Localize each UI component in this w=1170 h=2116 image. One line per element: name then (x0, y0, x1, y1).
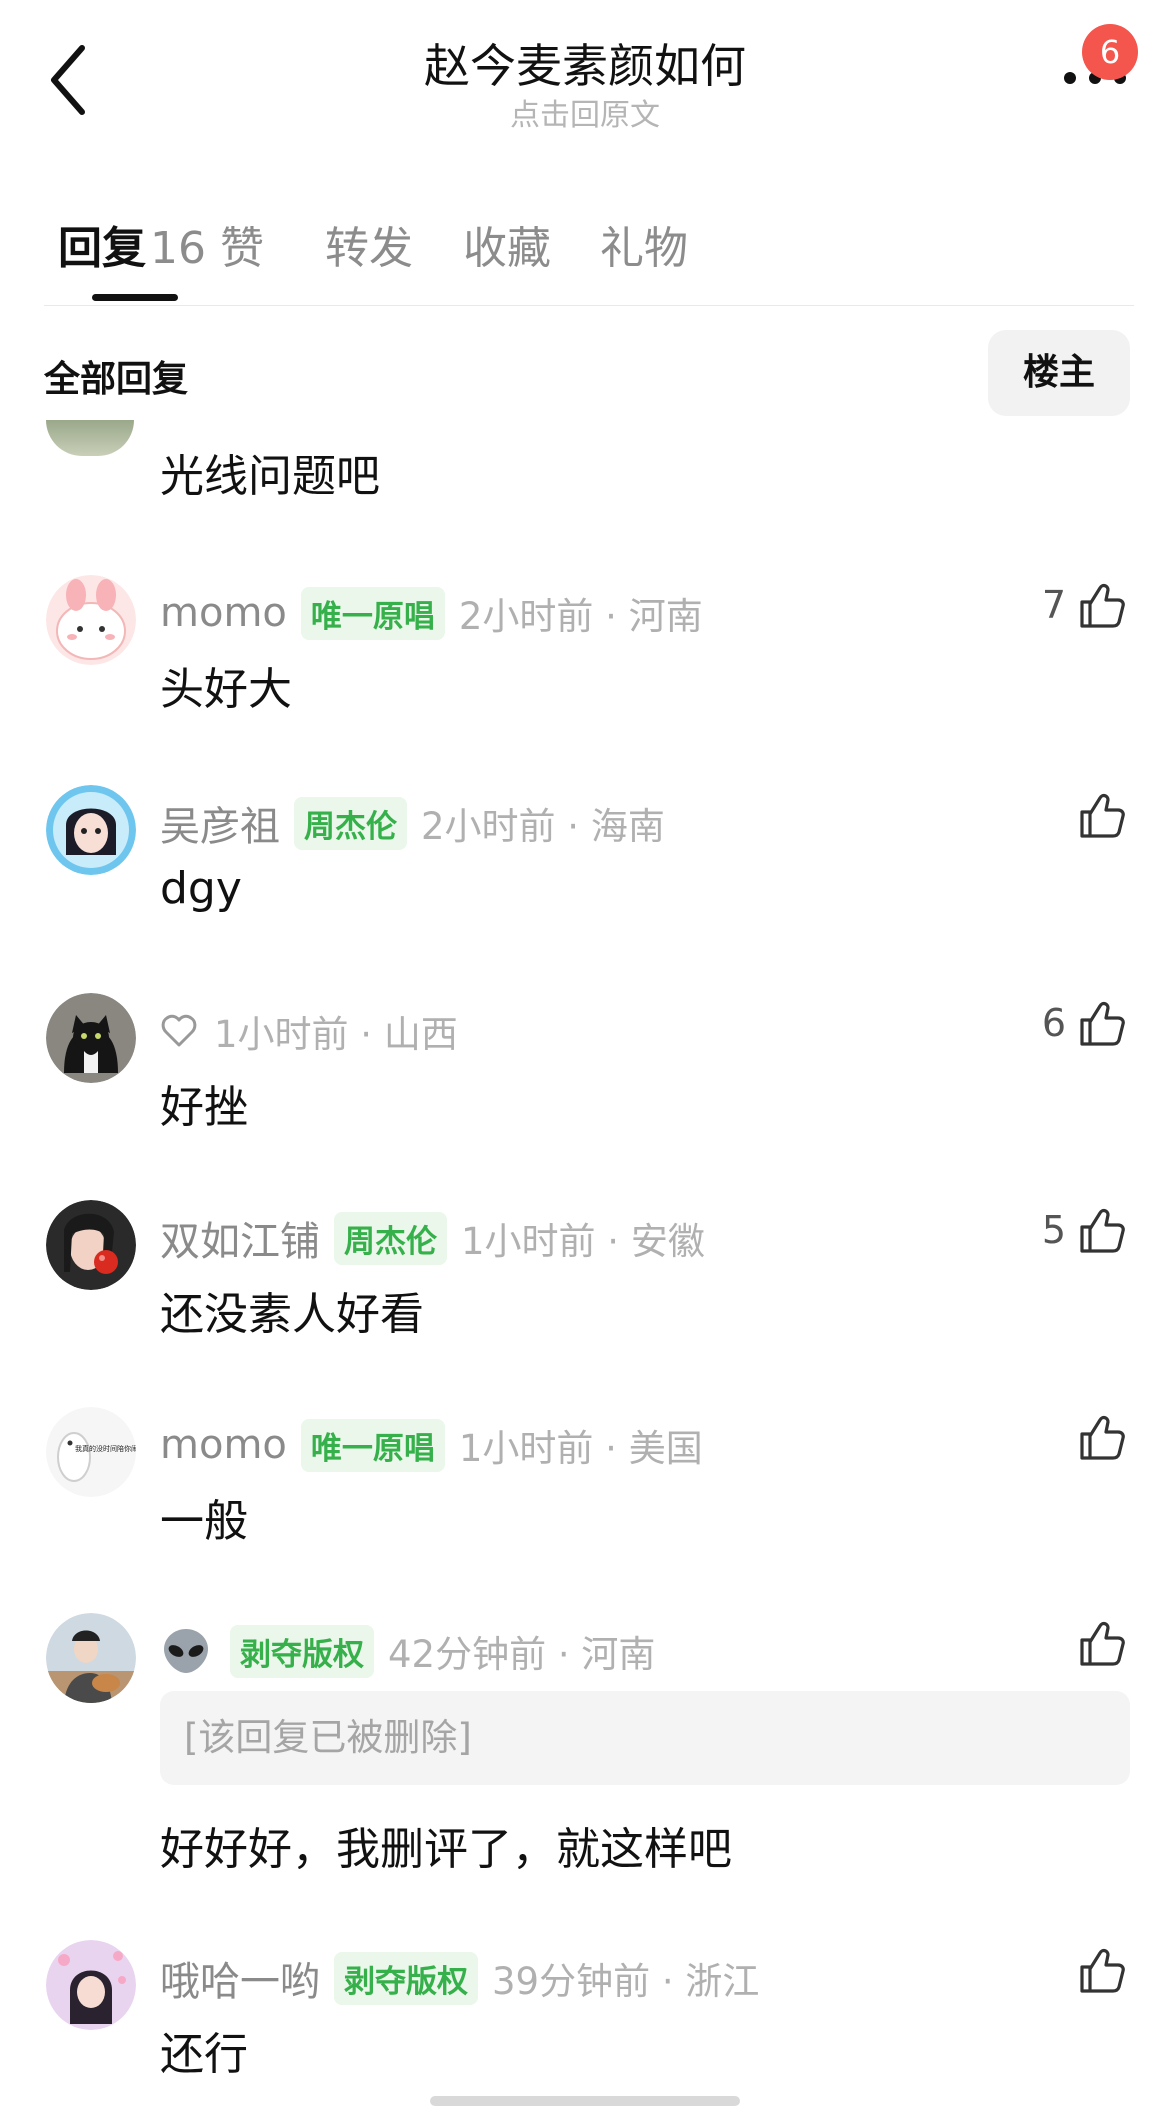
quoted-reply[interactable]: [该回复已被删除] (160, 1691, 1130, 1785)
comment-text[interactable]: 还没素人好看 (160, 1278, 424, 1342)
anime-girl-avatar[interactable] (46, 785, 136, 875)
username[interactable]: 哦哈一哟 (160, 1949, 320, 2007)
comment-text[interactable]: 好好好，我删评了，就这样吧 (160, 1813, 732, 1877)
timestamp-location: 42分钟前 · 河南 (388, 1633, 656, 1676)
notification-badge: 6 (1082, 24, 1138, 80)
comment-text[interactable]: 还行 (160, 2018, 248, 2082)
timestamp-location: 2小时前 · 河南 (458, 595, 703, 638)
username[interactable]: momo (160, 590, 287, 636)
comment-text[interactable]: 头好大 (160, 653, 292, 717)
like-button[interactable] (1078, 785, 1128, 845)
tab-likes[interactable]: 赞 (220, 212, 264, 276)
alien-icon (164, 1629, 208, 1673)
page-title[interactable]: 赵今麦素颜如何 (0, 30, 1170, 96)
avatar-caption: 我真的没时间陪你闹了 (75, 1444, 136, 1453)
fan-badge[interactable]: 唯一原唱 (300, 586, 445, 640)
thumbs-up-icon (1080, 1415, 1125, 1460)
username[interactable]: momo (160, 1422, 287, 1468)
thumbs-up-icon (1080, 793, 1125, 838)
guitar-boy-avatar[interactable] (46, 1613, 136, 1703)
like-count: 7 (1041, 583, 1066, 627)
tab-gifts[interactable]: 礼物 (600, 212, 688, 276)
timestamp-location: 2小时前 · 海南 (421, 805, 665, 848)
comment-text[interactable]: 好挫 (160, 1071, 248, 1135)
tab-replies[interactable]: 回复16 (58, 212, 206, 276)
active-tab-indicator (92, 294, 178, 301)
black-cat-avatar[interactable] (46, 993, 136, 1083)
like-button[interactable] (1078, 1940, 1128, 2000)
tab-reposts[interactable]: 转发 (325, 212, 413, 276)
comment-meta: 双如江铺 周杰伦 1小时前 · 安徽 (160, 1210, 705, 1266)
sakura-girl-avatar[interactable] (46, 1940, 136, 2030)
comment-text[interactable]: 一般 (160, 1485, 248, 1549)
white-bear-avatar[interactable]: 我真的没时间陪你闹了 (46, 1407, 136, 1497)
timestamp-location: 1小时前 · 山西 (214, 1013, 458, 1056)
tab-replies-label: 回复 (58, 223, 146, 274)
like-button[interactable] (1078, 1407, 1128, 1467)
fan-badge[interactable]: 剥夺版权 (334, 1951, 478, 2005)
girl-apple-avatar[interactable] (46, 1200, 136, 1290)
tab-favorites[interactable]: 收藏 (463, 212, 551, 276)
pink-bunny-avatar[interactable] (46, 575, 136, 665)
thumbs-up-icon (1080, 1001, 1125, 1046)
fan-badge[interactable]: 唯一原唱 (300, 1418, 445, 1472)
comment-meta: 吴彦祖 周杰伦 2小时前 · 海南 (160, 795, 665, 851)
thumbs-up-icon (1080, 1948, 1125, 1993)
fan-badge[interactable]: 周杰伦 (334, 1211, 447, 1265)
comment-meta: 1小时前 · 山西 (160, 1003, 458, 1059)
owner-filter-button[interactable]: 楼主 (988, 330, 1130, 416)
comment-meta: momo 唯一原唱 2小时前 · 河南 (160, 585, 703, 641)
comment-meta: 剥夺版权 42分钟前 · 河南 (160, 1623, 655, 1679)
tab-bar: 回复16 赞 转发 收藏 礼物 (44, 200, 1134, 310)
timestamp-location: 1小时前 · 安徽 (461, 1220, 705, 1263)
comment-meta: momo 唯一原唱 1小时前 · 美国 (160, 1417, 703, 1473)
like-button[interactable]: 6 (1042, 993, 1128, 1053)
comment-text: 光线问题吧 (160, 451, 380, 502)
like-count: 6 (1041, 1001, 1066, 1045)
like-button[interactable] (1078, 1613, 1128, 1673)
like-button[interactable]: 7 (1042, 575, 1128, 635)
like-button[interactable]: 5 (1042, 1200, 1128, 1260)
username[interactable]: 双如江铺 (160, 1209, 320, 1267)
thumbs-up-icon (1080, 583, 1125, 628)
thumbs-up-icon (1080, 1621, 1125, 1666)
thumbs-up-icon (1080, 1208, 1125, 1253)
section-title: 全部回复 (44, 359, 189, 400)
nav-header: 赵今麦素颜如何 点击回原文 6 (0, 0, 1170, 150)
home-indicator (430, 2096, 740, 2106)
username[interactable]: 吴彦祖 (160, 794, 280, 852)
avatar[interactable] (46, 420, 134, 456)
timestamp-location: 1小时前 · 美国 (458, 1427, 703, 1470)
comment-meta: 哦哈一哟 剥夺版权 39分钟前 · 浙江 (160, 1950, 759, 2006)
timestamp-location: 39分钟前 · 浙江 (492, 1960, 760, 2003)
heart-outline-icon (161, 1014, 197, 1047)
fan-badge[interactable]: 剥夺版权 (230, 1624, 374, 1678)
tab-replies-count: 16 (150, 223, 206, 274)
back-to-post-link[interactable]: 点击回原文 (0, 90, 1170, 134)
like-count: 5 (1041, 1208, 1066, 1252)
tabs-divider (44, 305, 1134, 306)
comment-text[interactable]: dgy (160, 863, 242, 914)
fan-badge[interactable]: 周杰伦 (294, 796, 407, 850)
